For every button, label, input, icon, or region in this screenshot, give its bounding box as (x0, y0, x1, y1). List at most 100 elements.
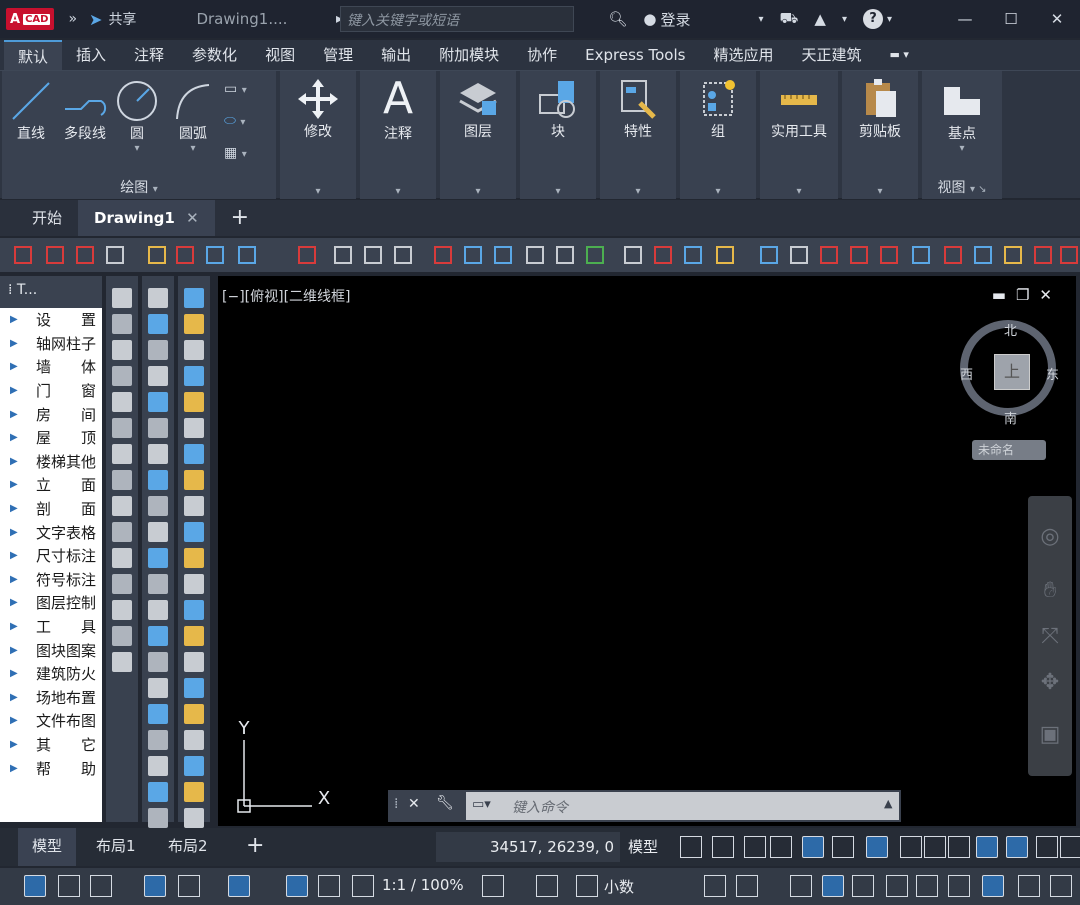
annotate-dropdown-icon[interactable]: ▾ (360, 186, 436, 197)
tangent-tool-icon[interactable] (586, 246, 604, 264)
annotate-button[interactable]: A 注释 (360, 75, 436, 143)
tangent-vertical-tool-icon[interactable] (184, 340, 204, 360)
tangent-vertical-tool-icon[interactable] (112, 548, 132, 568)
palette-item[interactable]: ▶ 文件布图 (0, 709, 102, 733)
tab-featured-apps[interactable]: 精选应用 (699, 40, 787, 70)
annotate-group[interactable]: A 注释 ▾ (360, 71, 436, 199)
status-bar-icon[interactable] (352, 875, 374, 897)
tab-tangent[interactable]: 天正建筑 (787, 40, 875, 70)
tangent-vertical-tool-icon[interactable] (148, 678, 168, 698)
minimize-button[interactable]: — (950, 10, 980, 28)
status-toggle-icon[interactable] (1036, 836, 1058, 858)
status-toggle-icon[interactable] (712, 836, 734, 858)
tangent-vertical-tool-icon[interactable] (184, 522, 204, 542)
tangent-tool-icon[interactable] (364, 246, 382, 264)
tab-manage[interactable]: 管理 (309, 40, 367, 70)
basepoint-button[interactable]: 基点 ▾ (922, 79, 1002, 154)
cart-icon[interactable]: ⛟ (780, 9, 799, 29)
tangent-vertical-tool-icon[interactable] (184, 418, 204, 438)
modify-button[interactable]: 修改 (280, 77, 356, 141)
tangent-vertical-tool-icon[interactable] (148, 288, 168, 308)
clipboard-button[interactable]: 剪贴板 (842, 77, 918, 141)
rectangle-button[interactable]: ▭ ▾ (224, 81, 270, 97)
search-icon[interactable]: 🔍︎ (608, 10, 627, 28)
status-bar-icon[interactable] (852, 875, 874, 897)
group-button[interactable]: 组 (680, 77, 756, 141)
command-close-icon[interactable]: ✕ (408, 796, 420, 812)
status-toggle-icon[interactable] (832, 836, 854, 858)
tangent-vertical-tool-icon[interactable] (112, 444, 132, 464)
zoom-extents-icon[interactable]: ⤧ (1038, 624, 1062, 649)
tangent-vertical-tool-icon[interactable] (148, 392, 168, 412)
tangent-tool-icon[interactable] (654, 246, 672, 264)
arc-dropdown-icon[interactable]: ▾ (168, 143, 218, 154)
viewcube-top-face[interactable]: 上 (994, 354, 1030, 390)
tangent-tool-icon[interactable] (14, 246, 32, 264)
tangent-vertical-tool-icon[interactable] (184, 756, 204, 776)
model-space-button[interactable]: 模型 (624, 832, 662, 862)
basepoint-dropdown-icon[interactable]: ▾ (922, 143, 1002, 154)
new-layout-button[interactable]: + (232, 828, 278, 866)
tangent-tool-icon[interactable] (760, 246, 778, 264)
properties-button[interactable]: 特性 (600, 77, 676, 141)
tangent-vertical-tool-icon[interactable] (148, 444, 168, 464)
tangent-tool-icon[interactable] (464, 246, 482, 264)
tangent-vertical-tool-icon[interactable] (184, 444, 204, 464)
tab-parametric[interactable]: 参数化 (178, 40, 251, 70)
viewport-restore-icon[interactable]: ❐ (1016, 286, 1039, 304)
tangent-vertical-tool-icon[interactable] (184, 782, 204, 802)
palette-item[interactable]: ▶ 工 具 (0, 615, 102, 639)
tangent-vertical-tool-icon[interactable] (148, 496, 168, 516)
tangent-vertical-tool-icon[interactable] (112, 288, 132, 308)
tangent-tool-icon[interactable] (526, 246, 544, 264)
group-group[interactable]: 组 ▾ (680, 71, 756, 199)
tangent-vertical-tool-icon[interactable] (184, 730, 204, 750)
tangent-vertical-tool-icon[interactable] (148, 366, 168, 386)
command-prompt-icon[interactable]: ▭▾ (472, 797, 491, 812)
tangent-vertical-tool-icon[interactable] (184, 288, 204, 308)
tangent-tool-icon[interactable] (148, 246, 166, 264)
tab-layout1[interactable]: 布局1 (82, 828, 150, 866)
ucs-menu[interactable]: 未命名 (972, 440, 1046, 460)
group-dropdown-icon[interactable]: ▾ (680, 186, 756, 197)
status-bar-icon[interactable] (790, 875, 812, 897)
login-button[interactable]: 登录 (660, 9, 690, 30)
app-logo[interactable]: A CAD (6, 8, 55, 30)
status-bar-icon[interactable] (228, 875, 250, 897)
tab-model[interactable]: 模型 (18, 828, 77, 866)
draw-group-title[interactable]: 绘图 ▾ (2, 177, 276, 197)
tangent-tool-icon[interactable] (394, 246, 412, 264)
ellipse-button[interactable]: ⬭ ▾ (224, 113, 270, 129)
tangent-vertical-tool-icon[interactable] (148, 652, 168, 672)
circle-dropdown-icon[interactable]: ▾ (114, 143, 160, 154)
tangent-vertical-tool-icon[interactable] (148, 782, 168, 802)
status-bar-icon[interactable] (24, 875, 46, 897)
status-bar-icon[interactable] (536, 875, 558, 897)
viewport-close-icon[interactable]: ✕ (1039, 286, 1062, 304)
tangent-tool-icon[interactable] (1034, 246, 1052, 264)
tangent-tool-icon[interactable] (76, 246, 94, 264)
tangent-vertical-tool-icon[interactable] (184, 678, 204, 698)
tangent-vertical-tool-icon[interactable] (148, 574, 168, 594)
clipboard-group[interactable]: 剪贴板 ▾ (842, 71, 918, 199)
tangent-tool-icon[interactable] (106, 246, 124, 264)
view-group-title[interactable]: 视图 ▾ ↘ (922, 177, 1002, 197)
login-dropdown-icon[interactable]: ▾ (758, 14, 763, 25)
status-toggle-icon[interactable] (866, 836, 888, 858)
tangent-vertical-tool-icon[interactable] (184, 626, 204, 646)
layers-button[interactable]: 图层 (440, 77, 516, 141)
tangent-tool-icon[interactable] (974, 246, 992, 264)
palette-item[interactable]: ▶ 设 置 (0, 308, 102, 332)
palette-item[interactable]: ▶ 立 面 (0, 473, 102, 497)
palette-item[interactable]: ▶ 剖 面 (0, 497, 102, 521)
tab-view[interactable]: 视图 (251, 40, 309, 70)
compass-east[interactable]: 东 (1046, 364, 1059, 383)
tangent-vertical-tool-icon[interactable] (184, 574, 204, 594)
palette-grip-icon[interactable]: ⁞ (8, 282, 12, 298)
properties-group[interactable]: 特性 ▾ (600, 71, 676, 199)
palette-item[interactable]: ▶ 图层控制 (0, 591, 102, 615)
tangent-vertical-tool-icon[interactable] (112, 366, 132, 386)
layers-group[interactable]: 图层 ▾ (440, 71, 516, 199)
share-button[interactable]: ➤ 共享 (89, 9, 136, 29)
palette-item[interactable]: ▶ 符号标注 (0, 568, 102, 592)
